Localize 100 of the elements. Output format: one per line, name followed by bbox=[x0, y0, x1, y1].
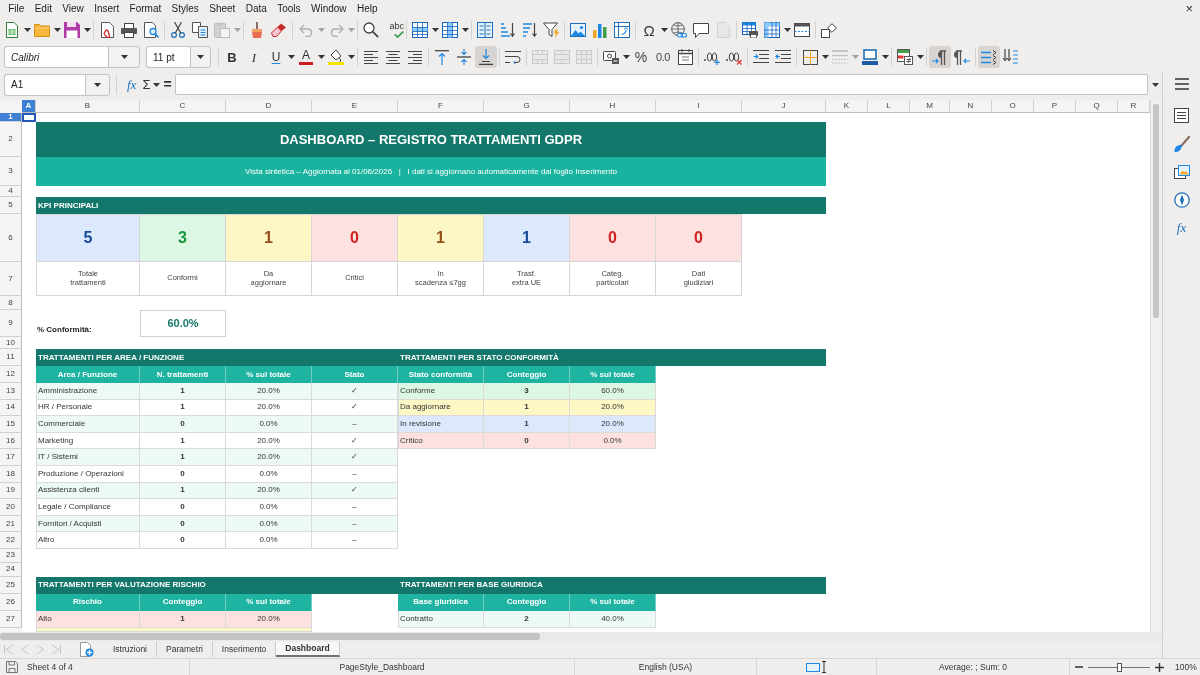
menu-item[interactable]: File bbox=[3, 1, 30, 16]
functions-button[interactable]: fx bbox=[1176, 221, 1187, 235]
window-split-icon[interactable] bbox=[794, 23, 810, 37]
copy-icon[interactable] bbox=[192, 22, 208, 38]
plus-icon[interactable] bbox=[1155, 662, 1164, 672]
row-header[interactable]: 13 bbox=[0, 383, 22, 400]
menu-icon[interactable] bbox=[1174, 78, 1189, 90]
column-header[interactable]: O bbox=[992, 100, 1034, 113]
close-button[interactable]: × bbox=[1183, 1, 1195, 16]
sort-ascending-icon[interactable] bbox=[499, 22, 515, 38]
column-header[interactable]: R bbox=[1118, 100, 1150, 113]
caret-down-icon[interactable] bbox=[152, 82, 160, 87]
menu-item[interactable]: Styles bbox=[166, 1, 205, 16]
banknote-icon[interactable] bbox=[603, 50, 619, 64]
formula-input-field[interactable] bbox=[174, 74, 1148, 95]
list-panel-icon[interactable] bbox=[1174, 108, 1189, 123]
menu-item[interactable]: Insert bbox=[89, 1, 125, 16]
column-header[interactable]: K bbox=[826, 100, 868, 113]
table-icon[interactable] bbox=[764, 22, 780, 38]
column-header[interactable]: D bbox=[226, 100, 312, 113]
funnel-icon[interactable] bbox=[543, 22, 559, 38]
font-name-field[interactable]: Calibri bbox=[4, 46, 108, 68]
align-left-icon[interactable] bbox=[364, 50, 378, 64]
align-right-icon[interactable] bbox=[408, 50, 422, 64]
align-bottom-button[interactable] bbox=[475, 46, 497, 68]
column-header[interactable]: L bbox=[868, 100, 910, 113]
eraser-icon[interactable] bbox=[271, 23, 287, 37]
menu-item[interactable]: Sheet bbox=[204, 1, 241, 16]
caret-down-icon[interactable] bbox=[783, 28, 791, 32]
page-magnifier-icon[interactable] bbox=[143, 22, 159, 38]
indent-decrease-icon[interactable] bbox=[775, 50, 791, 64]
compass-icon[interactable] bbox=[1173, 192, 1190, 208]
list-box-icon[interactable] bbox=[477, 22, 493, 38]
font-color-button[interactable]: A bbox=[295, 46, 317, 68]
scissors-icon[interactable] bbox=[171, 22, 185, 38]
rectangle-cursor-icon[interactable] bbox=[805, 661, 828, 673]
menu-item[interactable]: Data bbox=[240, 1, 273, 16]
left-to-right-button[interactable] bbox=[929, 46, 951, 68]
special-character-button[interactable]: Ω bbox=[638, 19, 660, 41]
caret-down-icon[interactable] bbox=[461, 28, 469, 32]
caret-down-icon[interactable] bbox=[347, 55, 355, 59]
borders-icon[interactable] bbox=[802, 49, 818, 65]
magnifier-icon[interactable] bbox=[363, 22, 379, 38]
column-header[interactable]: C bbox=[140, 100, 226, 113]
paintbrush-icon[interactable] bbox=[1173, 136, 1190, 152]
caret-down-icon[interactable] bbox=[287, 55, 295, 59]
menu-item[interactable]: Tools bbox=[272, 1, 306, 16]
column-header[interactable]: Q bbox=[1076, 100, 1118, 113]
row-header[interactable]: 3 bbox=[0, 157, 22, 186]
row-header[interactable]: 2 bbox=[0, 122, 22, 157]
speech-bubble-icon[interactable] bbox=[693, 22, 709, 38]
menu-item[interactable]: Format bbox=[124, 1, 167, 16]
border-color-icon[interactable] bbox=[862, 49, 878, 65]
pivot-table-icon[interactable] bbox=[614, 22, 630, 38]
dropdown-button[interactable] bbox=[190, 46, 211, 68]
page-plus-icon[interactable] bbox=[80, 642, 94, 657]
column-header[interactable]: B bbox=[36, 100, 140, 113]
globe-link-icon[interactable] bbox=[671, 22, 687, 38]
sheet-tab[interactable]: Dashboard bbox=[276, 642, 340, 657]
vertical-scrollbar[interactable] bbox=[1150, 100, 1161, 632]
caret-down-icon[interactable] bbox=[660, 28, 668, 32]
wrap-text-icon[interactable] bbox=[505, 50, 521, 64]
add-decimal-icon[interactable] bbox=[704, 49, 720, 65]
floppy-disk-icon[interactable] bbox=[6, 661, 18, 673]
row-header[interactable]: 10 bbox=[0, 337, 22, 349]
scrollbar-thumb[interactable] bbox=[0, 633, 540, 640]
column-header[interactable]: J bbox=[742, 100, 826, 113]
caret-down-icon[interactable] bbox=[23, 28, 31, 32]
bold-button[interactable]: B bbox=[221, 46, 243, 68]
horizontal-scrollbar[interactable] bbox=[0, 632, 1162, 641]
underline-button[interactable]: U bbox=[265, 46, 287, 68]
name-box-field[interactable]: A1 bbox=[4, 73, 85, 96]
column-header[interactable]: A bbox=[22, 100, 36, 113]
row-header[interactable]: 22 bbox=[0, 532, 22, 549]
formula-button[interactable]: = bbox=[160, 74, 175, 95]
row-header[interactable]: 15 bbox=[0, 416, 22, 433]
row-header[interactable]: 17 bbox=[0, 449, 22, 466]
dropdown-button[interactable] bbox=[85, 73, 110, 96]
menu-item[interactable]: Help bbox=[351, 1, 383, 16]
row-header[interactable]: 1 bbox=[0, 113, 22, 122]
shapes-icon[interactable] bbox=[821, 22, 837, 38]
italic-button[interactable]: I bbox=[243, 46, 265, 68]
menu-item[interactable]: View bbox=[57, 1, 89, 16]
table-row-icon[interactable] bbox=[412, 22, 428, 38]
column-header[interactable]: P bbox=[1034, 100, 1076, 113]
sheet-tab[interactable]: Istruzioni bbox=[104, 642, 157, 657]
bar-chart-icon[interactable] bbox=[593, 22, 607, 38]
spellcheck-button[interactable]: abc bbox=[382, 19, 404, 41]
printer-icon[interactable] bbox=[121, 22, 137, 38]
caret-down-icon[interactable] bbox=[431, 28, 439, 32]
image-icon[interactable] bbox=[570, 23, 586, 37]
row-header[interactable]: 9 bbox=[0, 310, 22, 337]
caret-down-icon[interactable] bbox=[622, 55, 630, 59]
indent-increase-icon[interactable] bbox=[753, 50, 769, 64]
caret-down-icon[interactable] bbox=[317, 55, 325, 59]
calendar-icon[interactable] bbox=[677, 49, 693, 65]
colored-table-icon[interactable] bbox=[897, 49, 913, 65]
column-header[interactable]: H bbox=[570, 100, 656, 113]
row-header[interactable]: 7 bbox=[0, 262, 22, 296]
row-header[interactable]: 4 bbox=[0, 186, 22, 197]
